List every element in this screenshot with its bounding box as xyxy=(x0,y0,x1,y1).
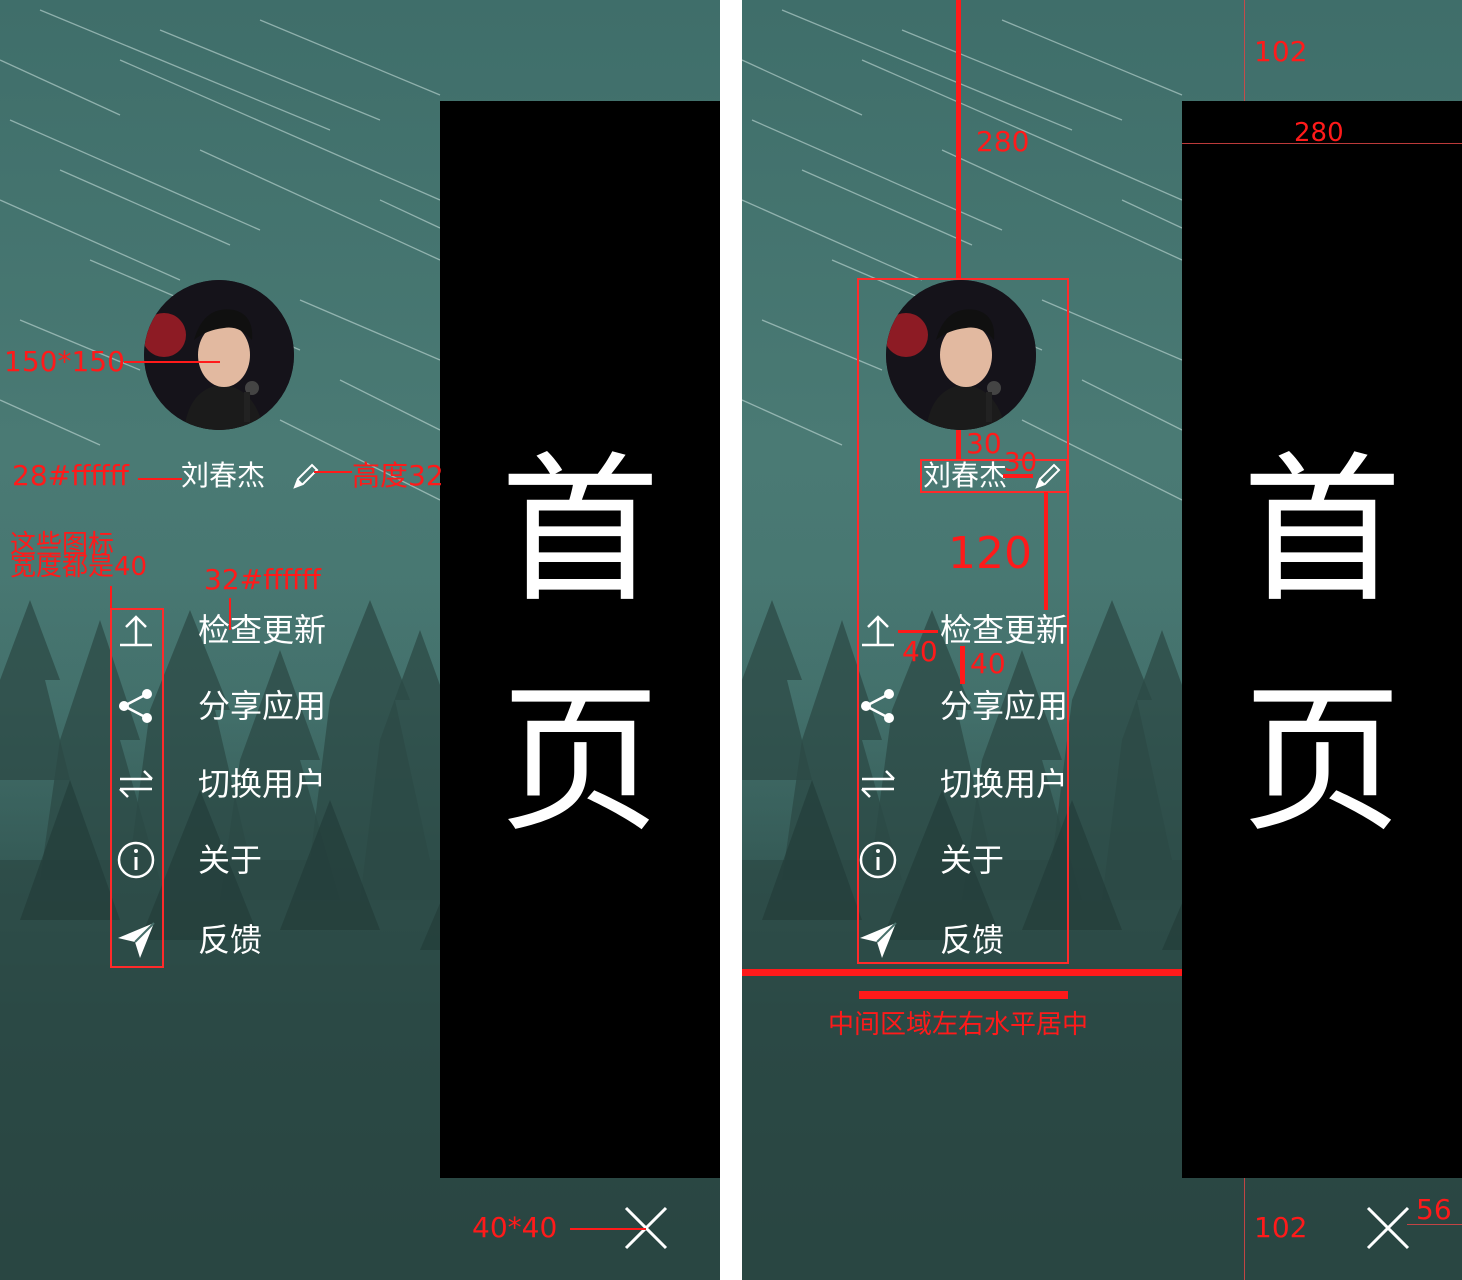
annotation-icon-text-line xyxy=(898,630,938,633)
home-title-char-1: 首 xyxy=(1241,437,1402,624)
menu-label: 反馈 xyxy=(198,921,263,959)
home-side-panel[interactable]: 首 页 xyxy=(440,101,720,1178)
annotation-close-offset: 56 xyxy=(1416,1193,1452,1226)
annotation-icons-note-2: 宽度都是40 xyxy=(10,552,148,582)
annotation-menu-text-style: 32#ffffff xyxy=(204,563,321,596)
home-title-char-1: 首 xyxy=(499,437,660,624)
home-title-char-2: 页 xyxy=(499,667,660,854)
annotation-black-width: 280 xyxy=(1294,118,1344,148)
annotation-avatar-gap-line xyxy=(956,430,961,459)
annotation-icons-box xyxy=(110,608,164,968)
annotation-close-size: 40*40 xyxy=(472,1211,558,1244)
annotation-leader xyxy=(138,478,182,480)
right-annotated-screen: 首 页 刘春杰 检查更新 分享应用 切换用户 关于 反馈 280 102 280… xyxy=(742,0,1462,1280)
annotation-leader xyxy=(110,586,112,610)
avatar-photo xyxy=(144,280,294,430)
annotation-item-gap-line xyxy=(960,646,965,684)
close-icon[interactable] xyxy=(1360,1200,1416,1256)
annotation-icon-to-text: 40 xyxy=(902,635,938,668)
annotation-top-line xyxy=(956,0,961,280)
menu-label: 关于 xyxy=(198,841,263,879)
annotation-top-margin: 102 xyxy=(1254,35,1308,68)
annotation-edit-height: 高度32 xyxy=(352,459,444,492)
annotation-leader xyxy=(314,471,352,473)
annotation-avatar-size: 150*150 xyxy=(4,345,125,378)
annotation-name-box xyxy=(920,459,1068,493)
annotation-thin-line xyxy=(1244,0,1245,101)
left-annotated-screen: 首 页 刘春杰 检查更新 分享应用 切换用户 关于 反馈 150*150 28#… xyxy=(0,0,720,1280)
avatar[interactable] xyxy=(144,280,294,430)
annotation-thin-line xyxy=(1244,1178,1245,1280)
user-name: 刘春杰 xyxy=(181,459,266,492)
annotation-leader xyxy=(570,1228,646,1230)
annotation-name-menu-line xyxy=(1044,492,1048,610)
annotation-item-gap: 40 xyxy=(970,647,1006,680)
annotation-leader xyxy=(229,598,231,630)
annotation-horizontal-bar xyxy=(742,969,1182,976)
annotation-name-style: 28#ffffff xyxy=(12,459,129,492)
annotation-top-offset: 280 xyxy=(976,125,1030,158)
annotation-avatar-gap: 30 xyxy=(966,427,1002,460)
annotation-leader xyxy=(124,361,220,363)
annotation-name-icon-gap: 30 xyxy=(1004,448,1038,478)
home-title-char-2: 页 xyxy=(1241,667,1402,854)
pencil-icon[interactable] xyxy=(290,460,322,492)
annotation-content-box xyxy=(857,278,1069,964)
annotation-bottom-margin: 102 xyxy=(1254,1211,1308,1244)
home-side-panel[interactable]: 首 页 xyxy=(1182,101,1462,1178)
menu-label: 检查更新 xyxy=(198,611,327,649)
annotation-center-note: 中间区域左右水平居中 xyxy=(828,1010,1089,1040)
menu-label: 分享应用 xyxy=(198,687,327,725)
annotation-name-to-menu: 120 xyxy=(948,528,1032,579)
annotation-center-bar xyxy=(859,991,1068,999)
menu-label: 切换用户 xyxy=(198,765,327,803)
